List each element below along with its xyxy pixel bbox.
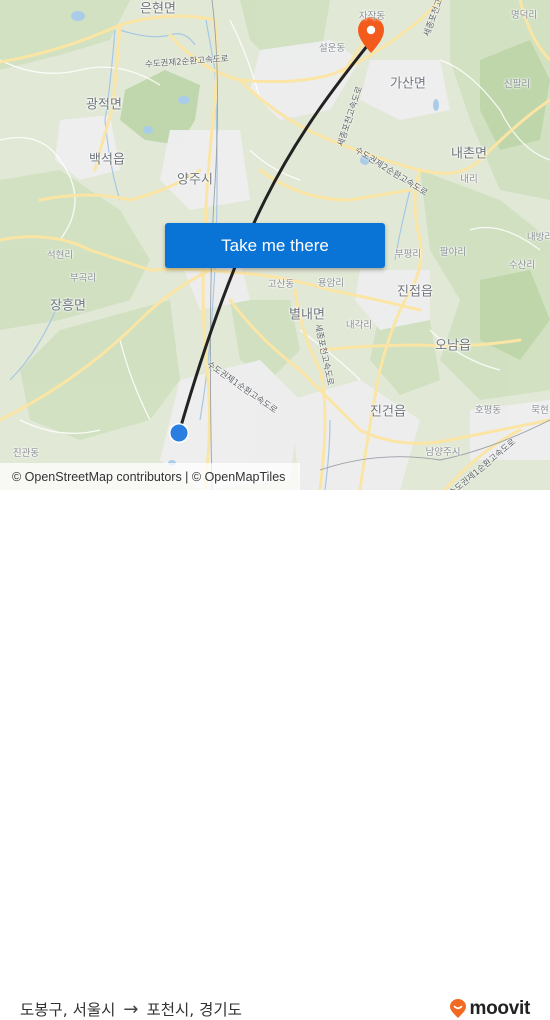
place-label: 내각리	[345, 320, 373, 331]
map-attribution[interactable]: © OpenStreetMap contributors | © OpenMap…	[0, 463, 300, 490]
route-title: 도봉구, 서울시 → 포천시, 경기도	[20, 998, 242, 1020]
place-label: 은현면	[140, 1, 176, 17]
place-label: 수산리	[508, 260, 536, 271]
place-label: 진접읍	[397, 284, 433, 300]
place-label: 진관동	[12, 448, 40, 459]
arrow-right-icon: →	[123, 998, 139, 1020]
place-label: 내촌면	[451, 146, 487, 162]
map[interactable]: 은현면광적면백석읍양주시 가산면내촌면장흥면별내면 진접읍오남읍진건읍 자작동설운동…	[0, 0, 550, 490]
place-label: 내리	[460, 174, 478, 185]
place-label: 장흥면	[50, 298, 86, 314]
place-label: 명덕리	[510, 10, 538, 21]
place-label: 백석읍	[89, 152, 125, 168]
place-label: 팔야리	[439, 247, 467, 258]
place-label: 용암리	[317, 278, 345, 289]
attribution-text[interactable]: © OpenStreetMap contributors | © OpenMap…	[12, 470, 285, 484]
place-label: 묵현	[531, 405, 549, 416]
destination-name: 포천시, 경기도	[146, 1001, 242, 1019]
moovit-pin-icon	[449, 999, 466, 1018]
place-label: 내방리	[526, 232, 550, 243]
footer: 도봉구, 서울시 → 포천시, 경기도 moovit	[0, 490, 550, 1020]
place-label: 신팔리	[503, 79, 531, 90]
place-label: 호평동	[474, 405, 502, 416]
place-label: 가산면	[390, 76, 426, 92]
place-label: 광적면	[86, 97, 122, 113]
place-label: 양주시	[177, 172, 213, 188]
place-label: 자작동	[358, 11, 386, 22]
origin-name: 도봉구, 서울시	[20, 1001, 116, 1019]
place-label: 부곡리	[69, 273, 97, 284]
place-label: 진건읍	[370, 404, 406, 420]
place-label: 부평리	[394, 249, 422, 260]
place-label: 고산동	[267, 279, 295, 290]
place-label: 남양주시	[425, 447, 461, 458]
place-label: 별내면	[289, 307, 325, 323]
place-label: 설운동	[318, 43, 346, 54]
moovit-logo[interactable]: moovit	[449, 998, 530, 1020]
moovit-wordmark: moovit	[469, 998, 531, 1019]
place-label: 오남읍	[435, 338, 471, 354]
take-me-there-button[interactable]: Take me there	[165, 223, 385, 268]
place-label: 석현리	[46, 250, 74, 261]
origin-marker[interactable]	[169, 423, 189, 443]
